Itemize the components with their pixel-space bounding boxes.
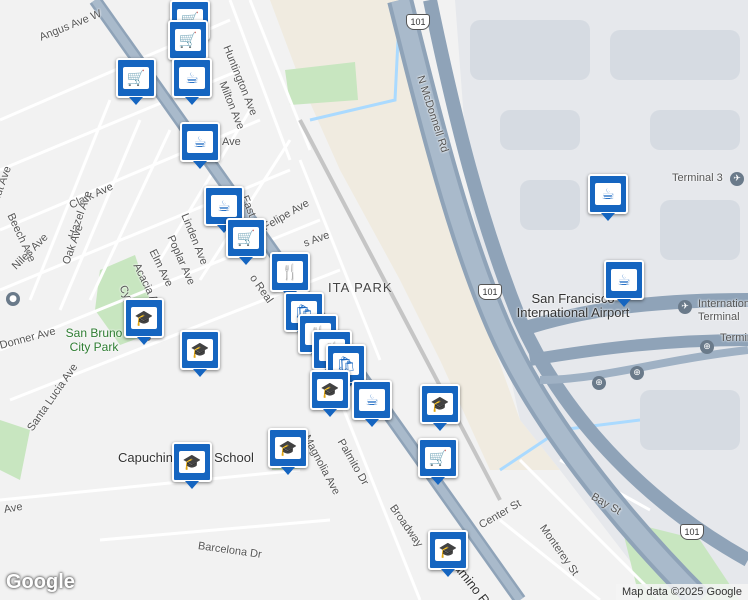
area-label: ITA PARK	[328, 280, 393, 295]
cart-icon: 🛒	[123, 67, 149, 89]
cafe-pin[interactable]: ☕	[172, 58, 212, 105]
cart-icon: 🛒	[425, 447, 451, 469]
fork-knife-icon: 🍴	[277, 261, 303, 283]
place-san-bruno-city-park: San Bruno City Park	[65, 326, 123, 354]
graduation-cap-icon: 🎓	[317, 379, 343, 401]
transit-icon: ⊕	[592, 376, 606, 390]
highway-shield: 101	[406, 14, 430, 30]
school-pin[interactable]: 🎓	[428, 530, 468, 577]
transit-icon: ⊕	[700, 340, 714, 354]
highway-shield: 101	[680, 524, 704, 540]
restaurant-pin[interactable]: 🍴	[270, 252, 310, 299]
coffee-icon: ☕	[211, 195, 237, 217]
street-ave: Ave	[222, 136, 241, 148]
graduation-cap-icon: 🎓	[427, 393, 453, 415]
coffee-icon: ☕	[611, 269, 637, 291]
graduation-cap-icon: 🎓	[179, 451, 205, 473]
place-international-terminal: International Terminal	[698, 298, 748, 323]
grocery-pin[interactable]: 🛒	[418, 438, 458, 485]
coffee-icon: ☕	[187, 131, 213, 153]
school-pin[interactable]: 🎓	[268, 428, 308, 475]
map-canvas[interactable]: Angus Ave W Huntington Ave Milton Ave N …	[0, 0, 748, 600]
grocery-pin[interactable]: 🛒	[226, 218, 266, 265]
highway-shield: 101	[478, 284, 502, 300]
coffee-icon: ☕	[359, 389, 385, 411]
place-terminal: Terminal	[720, 332, 748, 344]
coffee-icon: ☕	[179, 67, 205, 89]
coffee-icon: ☕	[595, 183, 621, 205]
cafe-pin[interactable]: ☕	[180, 122, 220, 169]
graduation-cap-icon: 🎓	[275, 437, 301, 459]
cafe-pin[interactable]: ☕	[588, 174, 628, 221]
cart-icon: 🛒	[175, 29, 201, 51]
cart-icon: 🛒	[233, 227, 259, 249]
school-pin[interactable]: 🎓	[310, 370, 350, 417]
place-terminal-3: Terminal 3	[672, 172, 723, 184]
cafe-pin[interactable]: ☕	[604, 260, 644, 307]
airport-icon: ✈	[678, 300, 692, 314]
grocery-pin[interactable]: 🛒	[116, 58, 156, 105]
grocery-pin[interactable]: 🛒	[168, 20, 208, 67]
graduation-cap-icon: 🎓	[131, 307, 157, 329]
school-pin[interactable]: 🎓	[180, 330, 220, 377]
transit-icon: ⊕	[630, 366, 644, 380]
graduation-cap-icon: 🎓	[435, 539, 461, 561]
graduation-cap-icon: 🎓	[187, 339, 213, 361]
school-pin[interactable]: 🎓	[420, 384, 460, 431]
school-pin[interactable]: 🎓	[124, 298, 164, 345]
school-pin[interactable]: 🎓	[172, 442, 212, 489]
map-attribution[interactable]: Map data ©2025 Google	[615, 584, 748, 600]
google-logo: Google	[6, 571, 75, 593]
airport-icon: ✈	[730, 172, 744, 186]
place-icon: ●	[6, 292, 20, 306]
cafe-pin[interactable]: ☕	[352, 380, 392, 427]
